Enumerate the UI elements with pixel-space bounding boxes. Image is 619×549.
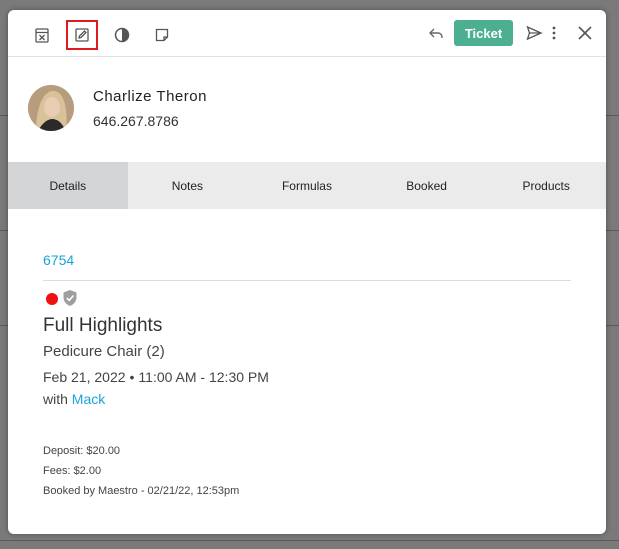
tab-notes[interactable]: Notes (128, 162, 248, 209)
tab-products[interactable]: Products (486, 162, 606, 209)
staff-line: with Mack (43, 391, 105, 407)
client-name: Charlize Theron (93, 88, 207, 105)
details-panel: 6754 Full Highlights Pedicure Chair (2) … (8, 209, 606, 534)
tab-booked[interactable]: Booked (367, 162, 487, 209)
booked-by-text: Booked by Maestro - 02/21/22, 12:53pm (43, 485, 240, 497)
divider (43, 280, 571, 281)
tab-formulas[interactable]: Formulas (247, 162, 367, 209)
note-icon[interactable] (146, 20, 178, 50)
shield-check-icon (63, 290, 77, 306)
reply-icon[interactable] (420, 18, 452, 48)
tab-bar: Details Notes Formulas Booked Products (8, 162, 606, 209)
appointment-id-link[interactable]: 6754 (43, 252, 74, 268)
modal-toolbar: Ticket (8, 10, 606, 57)
calendar-x-icon[interactable] (26, 20, 58, 50)
client-phone: 646.267.8786 (93, 113, 179, 129)
staff-link[interactable]: Mack (72, 391, 105, 407)
client-header: Charlize Theron 646.267.8786 (8, 58, 606, 162)
appointment-datetime: Feb 21, 2022 • 11:00 AM - 12:30 PM (43, 369, 269, 385)
status-dot (46, 293, 58, 305)
bullet-separator: • (129, 369, 135, 385)
more-vertical-icon[interactable] (544, 18, 564, 48)
deposit-text: Deposit: $20.00 (43, 445, 121, 457)
appointment-time: 11:00 AM - 12:30 PM (138, 369, 269, 385)
service-name: Full Highlights (43, 315, 163, 336)
tab-details[interactable]: Details (8, 162, 128, 209)
edit-icon[interactable] (66, 20, 98, 50)
with-label: with (43, 391, 68, 407)
background-grid-line (0, 540, 619, 541)
fees-text: Fees: $2.00 (43, 465, 102, 477)
contrast-icon[interactable] (106, 20, 138, 50)
ticket-button[interactable]: Ticket (454, 20, 513, 46)
resource-name: Pedicure Chair (2) (43, 343, 165, 360)
appointment-modal: Ticket Charlize Theron 646.267.8786 Deta… (8, 10, 606, 534)
appointment-date: Feb 21, 2022 (43, 369, 126, 385)
close-icon[interactable] (569, 18, 601, 48)
avatar[interactable] (28, 85, 74, 131)
